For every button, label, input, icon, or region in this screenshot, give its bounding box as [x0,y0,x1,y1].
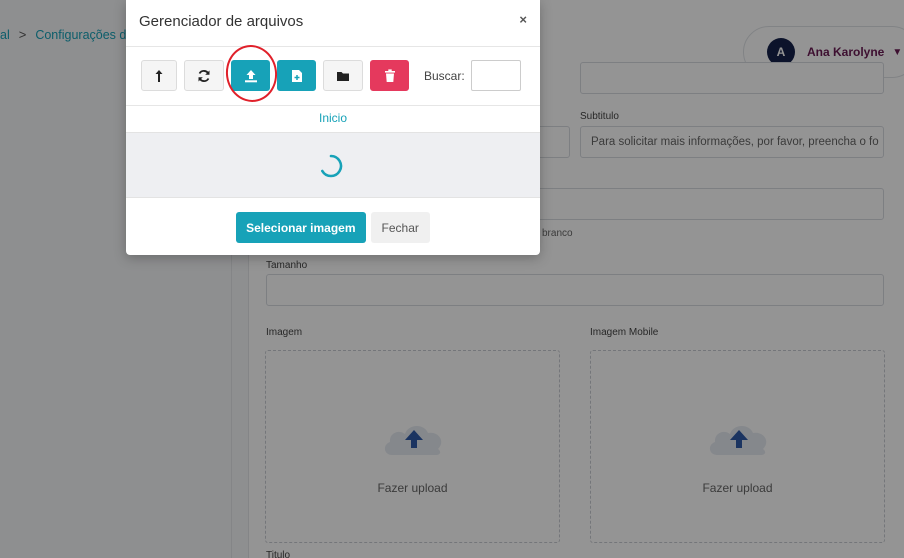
upload-button[interactable] [231,60,270,91]
refresh-button[interactable] [184,60,224,91]
new-file-icon [291,69,302,82]
file-manager-modal: Gerenciador de arquivos × Buscar: Inicio… [126,0,540,255]
spinner-icon [321,154,343,178]
path-breadcrumb-home[interactable]: Inicio [126,111,540,125]
file-list-area [126,132,540,198]
modal-header-divider [126,46,540,47]
level-up-button[interactable] [141,60,177,91]
modal-footer: Selecionar imagem Fechar [126,212,540,243]
toolbar-divider [126,105,540,106]
delete-button[interactable] [370,60,409,91]
close-button[interactable]: Fechar [370,212,430,243]
file-toolbar: Buscar: [141,60,521,91]
level-up-icon [155,69,163,82]
close-icon[interactable]: × [519,12,527,27]
search-input[interactable] [470,60,521,91]
select-image-button[interactable]: Selecionar imagem [236,212,366,243]
new-file-button[interactable] [277,60,316,91]
trash-icon [384,68,395,82]
modal-title: Gerenciador de arquivos [139,13,304,30]
upload-icon [244,69,257,82]
search-label: Buscar: [424,68,465,83]
new-folder-button[interactable] [323,60,363,91]
folder-icon [337,71,349,81]
refresh-icon [198,69,210,82]
